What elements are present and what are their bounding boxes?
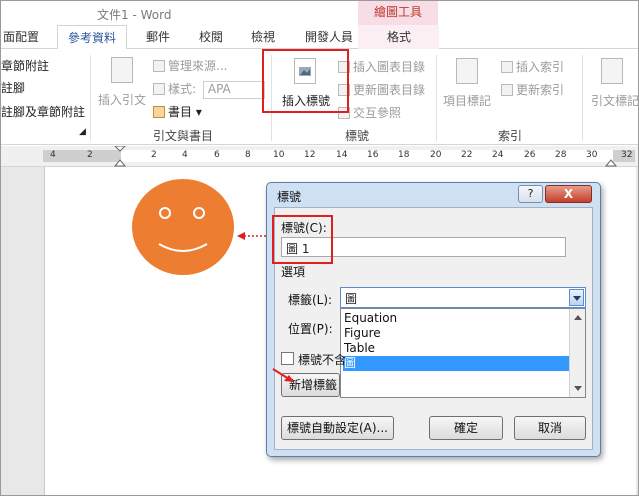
ruler-number: 16 [367,150,379,160]
manage-sources-label: 管理來源... [168,59,228,73]
index-group-label: 索引 [498,129,523,143]
label-dropdown-list[interactable]: Equation Figure Table 圖 [340,308,586,398]
list-item[interactable]: Equation [343,311,570,326]
list-item[interactable]: Figure [343,326,570,341]
ruler-number: 20 [430,150,442,160]
horizontal-ruler[interactable]: 4 2 2 4 6 8 10 12 14 16 18 20 22 24 26 2… [1,146,638,167]
ruler-number: 4 [50,150,56,160]
tab-review[interactable]: 校閱 [199,28,223,45]
list-item[interactable]: Table [343,341,570,356]
ribbon-endnote[interactable]: 章節附註 [1,57,49,74]
ribbon-separator [436,55,437,141]
ruler-number: 22 [461,150,473,160]
chevron-down-icon[interactable] [569,289,584,306]
help-button[interactable]: ? [518,185,543,203]
cross-reference-label: 交互參照 [353,106,402,120]
tab-layout[interactable]: 面配置 [3,28,39,45]
contextual-tab-group: 繪圖工具 [358,1,438,25]
tab-format[interactable]: 格式 [387,28,411,45]
label-field-label: 標籤(L): [288,293,333,307]
scroll-up-icon[interactable] [574,315,582,320]
mark-citation-button[interactable]: 引文標記 [591,92,639,109]
mark-citation-icon [601,58,623,84]
ruler-number: 2 [151,150,157,160]
style-selector[interactable]: 樣式: APA [153,80,265,99]
insert-index-label: 插入索引 [516,60,565,74]
title-bar: 文件1 - Word [1,1,638,25]
window-title: 文件1 - Word [97,8,172,22]
ruler-number: 28 [555,150,567,160]
ribbon-footnote-endnote[interactable]: 註腳及章節附註 [1,103,85,120]
tab-references[interactable]: 參考資料 [57,25,128,50]
ruler-number: 12 [304,150,316,160]
insert-table-of-figures-button[interactable]: 插入圖表目錄 [338,58,425,75]
style-label: 樣式: [168,82,197,96]
ruler-number: 14 [336,150,348,160]
list-scrollbar[interactable] [569,309,585,397]
ribbon-separator [582,55,583,141]
captions-group-label: 標號 [345,129,370,143]
annotation-highlight-insert-caption [262,49,349,113]
ruler-number: 18 [398,150,410,160]
update-index-label: 更新索引 [516,83,565,97]
options-group-label: 選項 [281,265,306,279]
update-table-button[interactable]: 更新圖表目錄 [338,81,425,98]
position-field-label: 位置(P): [288,322,333,336]
ruler-number: 10 [273,150,285,160]
exclude-label-checkbox[interactable] [281,352,294,365]
dialog-title: 標號 [277,190,302,204]
exclude-label-text: 標號不含 [298,353,347,367]
ribbon-tabs: 面配置 參考資料 郵件 校閱 檢視 開發人員 格式 [1,25,638,50]
ribbon-separator [90,55,91,141]
bibliography-button[interactable]: 書目 ▾ [153,103,202,120]
cancel-button[interactable]: 取消 [514,416,586,440]
mark-entry-icon [456,58,478,84]
insert-citation-icon [111,57,133,83]
tab-developer[interactable]: 開發人員 [305,28,353,45]
smiley-face-shape[interactable] [131,178,235,276]
footnote-dialog-launcher-icon[interactable]: ◢ [79,127,86,137]
insert-index-button[interactable]: 插入索引 [501,58,564,75]
list-item-selected[interactable]: 圖 [343,356,570,371]
right-indent-marker-icon[interactable] [605,155,617,167]
insert-citation-button[interactable]: 插入引文 [98,91,146,108]
close-button[interactable]: X [545,185,592,203]
annotation-highlight-caption [272,215,333,264]
style-icon [153,83,165,95]
style-dropdown[interactable]: APA [202,80,265,99]
citations-group-label: 引文與書目 [153,129,214,143]
insert-index-icon [501,61,513,73]
ruler-number: 24 [492,150,504,160]
insert-table-of-figures-label: 插入圖表目錄 [353,60,426,74]
ok-button[interactable]: 確定 [429,416,503,440]
ruler-number: 8 [245,150,251,160]
ribbon-footnote[interactable]: 註腳 [1,79,25,96]
indent-marker-icon[interactable] [114,146,126,167]
update-index-icon [501,84,513,96]
bibliography-label: 書目 [168,105,193,119]
manage-sources-icon [153,60,165,72]
ruler-number: 6 [214,150,220,160]
ruler-number: 32 [621,150,633,160]
label-combobox[interactable]: 圖 [340,287,586,308]
mark-entry-button[interactable]: 項目標記 [443,92,491,109]
ruler-number: 26 [524,150,536,160]
manage-sources-button[interactable]: 管理來源... [153,57,227,74]
update-index-button[interactable]: 更新索引 [501,81,564,98]
label-combobox-value: 圖 [345,292,358,306]
bibliography-icon [153,106,165,118]
tab-view[interactable]: 檢視 [251,28,275,45]
ruler-number: 30 [586,150,598,160]
scroll-down-icon[interactable] [574,386,582,391]
update-table-label: 更新圖表目錄 [353,83,426,97]
annotation-arrow-new-label [272,368,294,382]
ruler-number: 4 [182,150,188,160]
autocaption-button[interactable]: 標號自動設定(A)... [281,416,394,440]
tab-mailings[interactable]: 郵件 [146,28,170,45]
ruler-number: 2 [87,150,93,160]
